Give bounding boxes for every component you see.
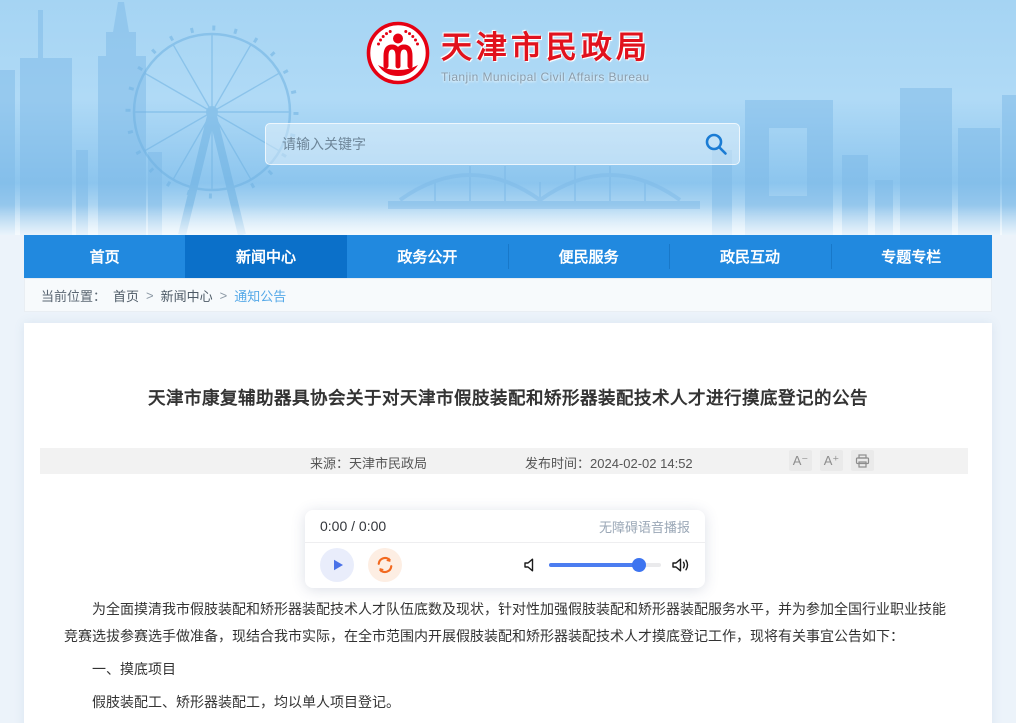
article-paragraph: 为全面摸清我市假肢装配和矫形器装配技术人才队伍底数及现状，针对性加强假肢装配和矫… (64, 596, 952, 650)
article-paragraph: 假肢装配工、矫形器装配工，均以单人项目登记。 (64, 689, 952, 716)
article-section-heading: 一、摸底项目 (64, 656, 952, 683)
replay-button[interactable] (368, 548, 402, 582)
date-label: 发布时间： (525, 456, 590, 471)
volume-slider[interactable] (549, 558, 661, 572)
article-body: 为全面摸清我市假肢装配和矫形器装配技术人才队伍底数及现状，针对性加强假肢装配和矫… (24, 591, 992, 723)
source-value: 天津市民政局 (349, 456, 427, 471)
article-meta-bar: 来源：天津市民政局 发布时间：2024-02-02 14:52 A⁻ A⁺ (40, 448, 968, 474)
breadcrumb-separator: > (146, 288, 154, 303)
date-value: 2024-02-02 14:52 (590, 456, 693, 471)
search-input[interactable] (266, 124, 693, 164)
audio-player-header: 0:00 / 0:00 无障碍语音播报 (305, 510, 705, 543)
volume-max-button[interactable] (671, 557, 690, 573)
article-container: 天津市康复辅助器具协会关于对天津市假肢装配和矫形器装配技术人才进行摸底登记的公告… (24, 323, 992, 723)
play-icon (328, 556, 346, 574)
font-decrease-button[interactable]: A⁻ (789, 450, 812, 471)
article-publish-time: 发布时间：2024-02-02 14:52 (525, 453, 693, 472)
audio-player: 0:00 / 0:00 无障碍语音播报 (305, 510, 705, 588)
printer-icon (855, 454, 870, 468)
site-title: 天津市民政局 (441, 22, 651, 67)
breadcrumb: 当前位置： 首页 > 新闻中心 > 通知公告 (24, 278, 992, 312)
search-button[interactable] (693, 124, 739, 164)
speaker-loud-icon (671, 557, 690, 573)
site-header: 天津市民政局 Tianjin Municipal Civil Affairs B… (0, 0, 1016, 235)
breadcrumb-notices[interactable]: 通知公告 (234, 286, 286, 305)
breadcrumb-separator: > (220, 288, 228, 303)
replay-icon (375, 555, 395, 575)
breadcrumb-news[interactable]: 新闻中心 (161, 286, 213, 305)
main-navigation: 首页 新闻中心 政务公开 便民服务 政民互动 专题专栏 (24, 235, 992, 278)
article-toolbar: A⁻ A⁺ (789, 450, 874, 471)
audio-player-controls (305, 543, 705, 587)
speaker-low-icon (523, 557, 539, 573)
volume-fill (549, 563, 639, 567)
breadcrumb-label: 当前位置： (41, 286, 106, 305)
source-label: 来源： (310, 456, 349, 471)
font-increase-button[interactable]: A⁺ (820, 450, 843, 471)
search-icon (704, 132, 728, 156)
site-subtitle: Tianjin Municipal Civil Affairs Bureau (441, 70, 651, 84)
nav-item-interaction[interactable]: 政民互动 (669, 235, 830, 278)
nav-item-gov-info[interactable]: 政务公开 (347, 235, 508, 278)
site-logo-link[interactable]: 天津市民政局 Tianjin Municipal Civil Affairs B… (0, 20, 1016, 86)
breadcrumb-home[interactable]: 首页 (113, 286, 139, 305)
volume-controls (523, 557, 690, 573)
print-button[interactable] (851, 450, 874, 471)
article-source: 来源：天津市民政局 (310, 453, 427, 472)
audio-time: 0:00 / 0:00 (320, 518, 386, 534)
nav-item-services[interactable]: 便民服务 (508, 235, 669, 278)
volume-knob[interactable] (632, 558, 646, 572)
civil-affairs-logo-icon (365, 20, 431, 86)
nav-item-news[interactable]: 新闻中心 (185, 235, 346, 278)
nav-item-special-topics[interactable]: 专题专栏 (831, 235, 992, 278)
nav-item-home[interactable]: 首页 (24, 235, 185, 278)
search-bar (265, 123, 740, 165)
accessibility-broadcast-label: 无障碍语音播报 (599, 517, 690, 536)
play-button[interactable] (320, 548, 354, 582)
volume-mute-button[interactable] (523, 557, 539, 573)
article-title: 天津市康复辅助器具协会关于对天津市假肢装配和矫形器装配技术人才进行摸底登记的公告 (74, 385, 942, 410)
